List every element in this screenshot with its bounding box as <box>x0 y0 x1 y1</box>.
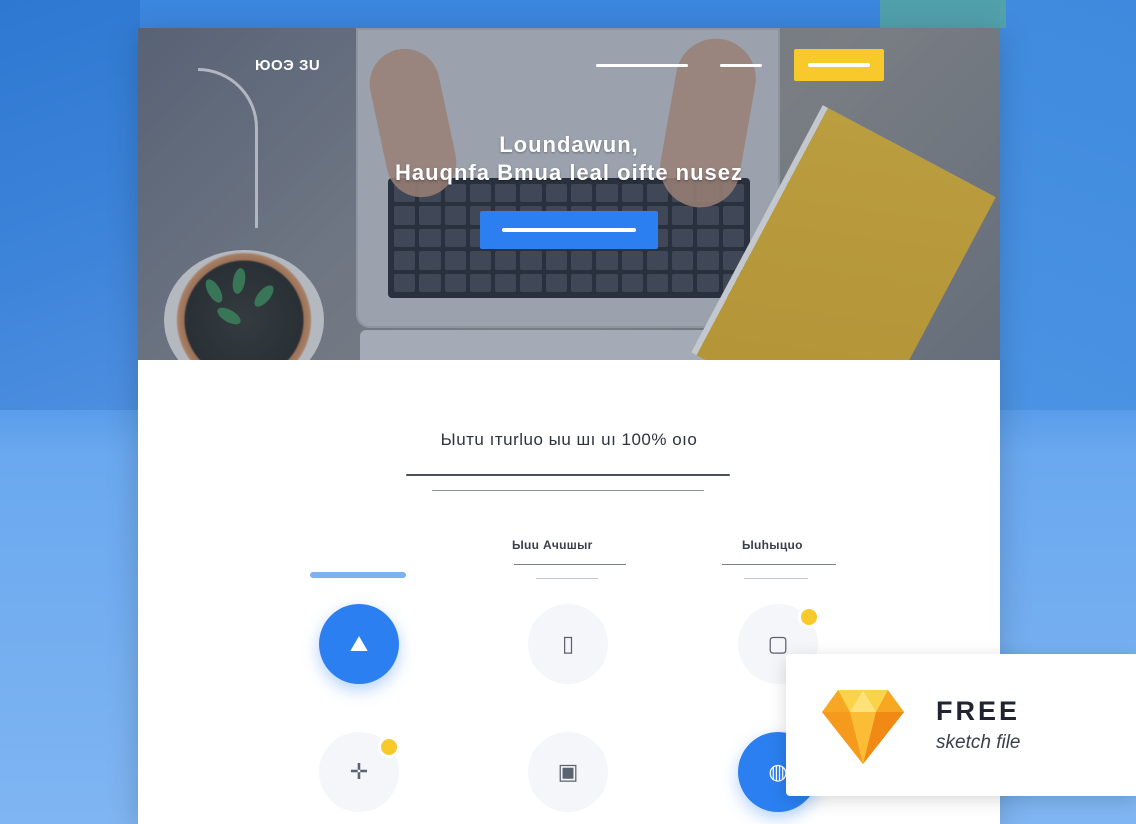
hero-title-line-1: Loundawun, <box>499 132 639 157</box>
promo-title: FREE <box>936 696 1021 726</box>
site-logo[interactable]: ЮОЭ ЗU <box>255 57 320 74</box>
column-3-rule <box>722 564 836 565</box>
background-green-strip <box>880 0 1006 28</box>
column-2-heading[interactable]: Ыuu Ачuшыr <box>512 538 593 552</box>
hero-section: ЮОЭ ЗU Loundawun, Hauqnfa Bmua leal oift… <box>138 28 1000 360</box>
hero-title-line-2: Hauqnfa Bmua leal oifte nusez <box>394 160 744 185</box>
column-3-subrule <box>744 578 808 579</box>
image-icon: ▣ <box>557 759 579 784</box>
edit-icon: ▢ <box>767 631 789 656</box>
notification-badge <box>798 606 820 628</box>
column-1-heading[interactable] <box>310 572 406 578</box>
background-right-block <box>1000 0 1136 410</box>
section-divider <box>406 474 730 476</box>
background-left-block <box>0 0 140 410</box>
move-icon: ✛ <box>349 759 369 784</box>
hero-cta-label-placeholder <box>502 228 636 232</box>
nav-link-1[interactable] <box>596 64 688 67</box>
hero-cta-button[interactable] <box>480 211 658 249</box>
feature-card-upload[interactable]: ⛰ <box>319 604 399 684</box>
nav-cta-label-placeholder <box>808 63 870 67</box>
document-icon: ▯ <box>561 631 575 656</box>
upload-icon: ⛰ <box>349 631 369 656</box>
section-subdivider <box>432 490 704 491</box>
column-2-subrule <box>536 578 598 579</box>
column-2-rule <box>514 564 626 565</box>
free-sketch-file-badge: FREE sketch file <box>786 654 1136 796</box>
column-3-heading[interactable]: Ыuhыцuo <box>742 538 803 552</box>
feature-card-document[interactable]: ▯ <box>528 604 608 684</box>
nav-link-2[interactable] <box>720 64 762 67</box>
section-title: Ыuтu ıтurluo ыu шı uı 100% oıo <box>440 430 698 449</box>
notification-badge <box>378 736 400 758</box>
promo-subtitle: sketch file <box>936 732 1021 753</box>
feature-card-image[interactable]: ▣ <box>528 732 608 812</box>
nav-cta-button[interactable] <box>794 49 884 81</box>
globe-icon: ◍ <box>768 759 788 784</box>
sketch-gem-icon <box>822 690 904 764</box>
